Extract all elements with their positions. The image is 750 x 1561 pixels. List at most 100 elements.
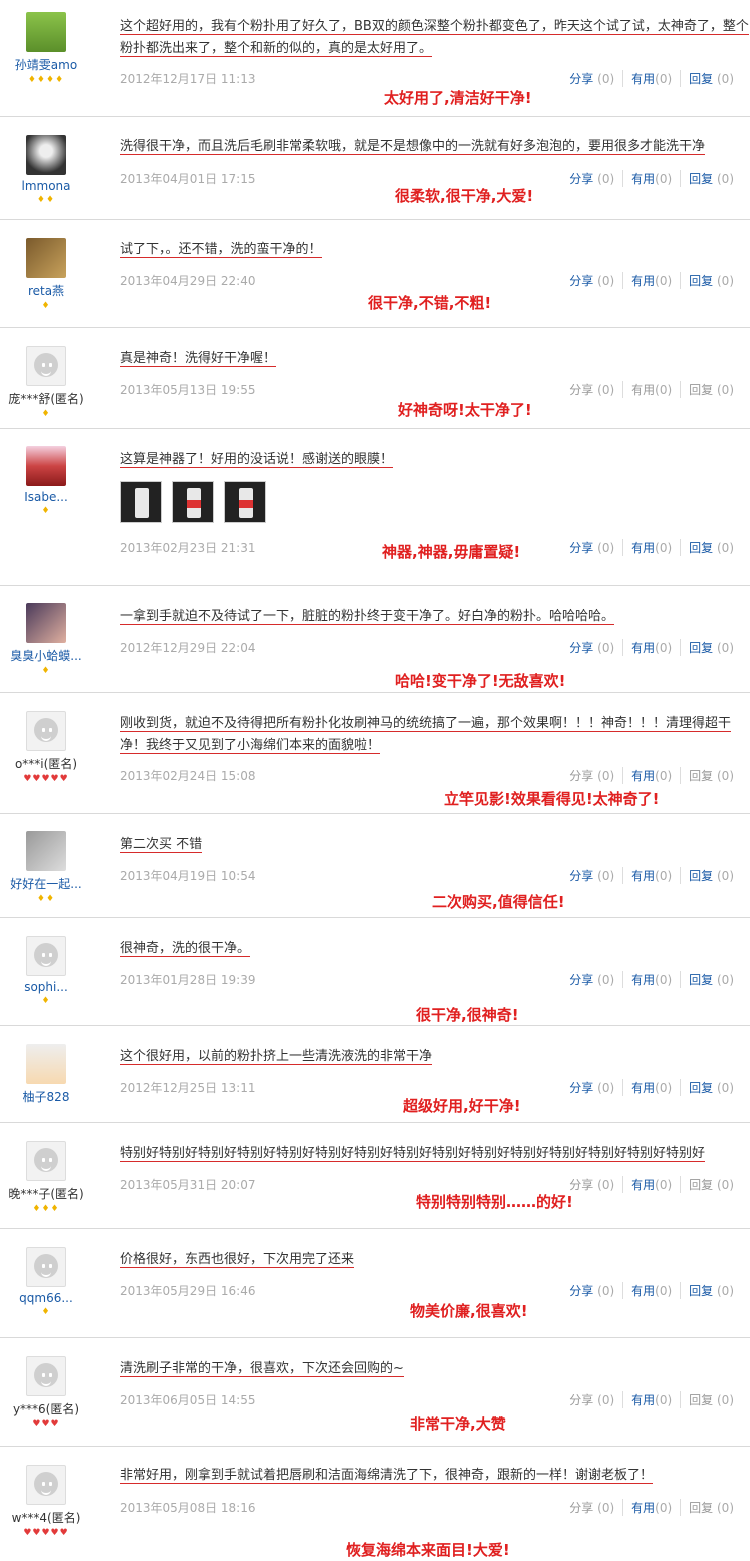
reply-button[interactable]: 回复 (0) — [680, 1499, 742, 1516]
rank-badge: ♥♥♥♥♥ — [23, 1528, 69, 1538]
reviewer-name[interactable]: y***6(匿名) — [0, 1400, 92, 1417]
review-item: sophi... ♦ 很神奇，洗的很干净。 2013年01月28日 19:39 … — [0, 918, 750, 1026]
share-button[interactable]: 分享 (0) — [561, 1499, 622, 1516]
reviewer: Isabe... ♦ — [0, 446, 92, 516]
share-button[interactable]: 分享 (0) — [561, 767, 622, 784]
share-button[interactable]: 分享 (0) — [561, 971, 622, 988]
avatar[interactable] — [26, 831, 66, 871]
reply-button[interactable]: 回复 (0) — [680, 1176, 742, 1193]
useful-button[interactable]: 有用(0) — [622, 1391, 680, 1408]
reviewer-name[interactable]: Isabe... — [0, 490, 92, 504]
reply-button[interactable]: 回复 (0) — [680, 539, 742, 556]
useful-button[interactable]: 有用(0) — [622, 1176, 680, 1193]
review-photo[interactable] — [224, 481, 266, 523]
avatar[interactable] — [26, 12, 66, 52]
reply-button[interactable]: 回复 (0) — [680, 867, 742, 884]
review-date: 2013年06月05日 14:55 — [120, 1393, 256, 1407]
review-photos — [120, 481, 276, 526]
useful-button[interactable]: 有用(0) — [622, 867, 680, 884]
review-date: 2013年01月28日 19:39 — [120, 973, 256, 987]
useful-button[interactable]: 有用(0) — [622, 1079, 680, 1096]
review-photo[interactable] — [120, 481, 162, 523]
avatar[interactable] — [26, 1465, 66, 1505]
share-button[interactable]: 分享 (0) — [561, 70, 622, 87]
reviewer-name[interactable]: 好好在一起... — [0, 875, 92, 892]
useful-button[interactable]: 有用(0) — [622, 767, 680, 784]
review-item: reta燕 ♦ 试了下，。还不错，洗的蛮干净的！ 2013年04月29日 22:… — [0, 220, 750, 328]
review-item: 晚***子(匿名) ♦♦♦ 特别好特别好特别好特别好特别好特别好特别好特别好特别… — [0, 1123, 750, 1229]
reviewer-name[interactable]: sophi... — [0, 980, 92, 994]
rank-badge: ♦ — [41, 409, 51, 419]
useful-button[interactable]: 有用(0) — [622, 539, 680, 556]
rank-badge: ♦ — [41, 301, 51, 311]
reply-button[interactable]: 回复 (0) — [680, 1391, 742, 1408]
annotation: 很干净,很神奇! — [416, 1006, 519, 1024]
reviewer-name[interactable]: 庞***舒(匿名) — [0, 390, 92, 407]
avatar[interactable] — [26, 1247, 66, 1287]
avatar[interactable] — [26, 603, 66, 643]
reviewer: y***6(匿名) ♥♥♥ — [0, 1356, 92, 1429]
review-actions: 分享 (0) 有用(0) 回复 (0) — [561, 1282, 742, 1299]
rank-badge: ♦ — [41, 1307, 51, 1317]
avatar[interactable] — [26, 446, 66, 486]
avatar[interactable] — [26, 135, 66, 175]
reply-button[interactable]: 回复 (0) — [680, 767, 742, 784]
reply-button[interactable]: 回复 (0) — [680, 272, 742, 289]
reviewer-name[interactable]: 柚子828 — [0, 1088, 92, 1105]
reviewer-name[interactable]: qqm66... — [0, 1291, 92, 1305]
useful-button[interactable]: 有用(0) — [622, 971, 680, 988]
useful-button[interactable]: 有用(0) — [622, 1282, 680, 1299]
reviewer-name[interactable]: 臭臭小蛤蟆... — [0, 647, 92, 664]
review-date: 2013年02月23日 21:31 — [120, 541, 256, 555]
share-button[interactable]: 分享 (0) — [561, 1079, 622, 1096]
reviewer: 晚***子(匿名) ♦♦♦ — [0, 1141, 92, 1214]
useful-button[interactable]: 有用(0) — [622, 272, 680, 289]
reply-button[interactable]: 回复 (0) — [680, 1282, 742, 1299]
review-date: 2013年04月29日 22:40 — [120, 274, 256, 288]
share-button[interactable]: 分享 (0) — [561, 381, 622, 398]
reply-button[interactable]: 回复 (0) — [680, 639, 742, 656]
useful-button[interactable]: 有用(0) — [622, 381, 680, 398]
review-photo[interactable] — [172, 481, 214, 523]
useful-button[interactable]: 有用(0) — [622, 70, 680, 87]
share-button[interactable]: 分享 (0) — [561, 272, 622, 289]
avatar[interactable] — [26, 1356, 66, 1396]
review-date: 2013年05月13日 19:55 — [120, 383, 256, 397]
avatar[interactable] — [26, 1141, 66, 1181]
rank-badge: ♦♦ — [36, 195, 56, 205]
useful-button[interactable]: 有用(0) — [622, 1499, 680, 1516]
share-button[interactable]: 分享 (0) — [561, 539, 622, 556]
annotation: 超级好用,好干净! — [403, 1097, 521, 1115]
reviewer-name[interactable]: o***i(匿名) — [0, 755, 92, 772]
review-actions: 分享 (0) 有用(0) 回复 (0) — [561, 170, 742, 187]
review-content: 试了下，。还不错，洗的蛮干净的！ — [120, 242, 322, 258]
reviewer-name[interactable]: w***4(匿名) — [0, 1509, 92, 1526]
share-button[interactable]: 分享 (0) — [561, 1282, 622, 1299]
avatar[interactable] — [26, 711, 66, 751]
review-actions: 分享 (0) 有用(0) 回复 (0) — [561, 1391, 742, 1408]
reply-button[interactable]: 回复 (0) — [680, 170, 742, 187]
share-button[interactable]: 分享 (0) — [561, 170, 622, 187]
review-content: 很神奇，洗的很干净。 — [120, 941, 251, 957]
avatar[interactable] — [26, 936, 66, 976]
reviewer-name[interactable]: 孙靖雯amo — [0, 56, 92, 73]
reviewer-name[interactable]: lmmona — [0, 179, 92, 193]
reply-button[interactable]: 回复 (0) — [680, 381, 742, 398]
annotation: 哈哈!变干净了!无敌喜欢! — [395, 672, 566, 690]
avatar[interactable] — [26, 346, 66, 386]
useful-button[interactable]: 有用(0) — [622, 639, 680, 656]
share-button[interactable]: 分享 (0) — [561, 1391, 622, 1408]
reply-button[interactable]: 回复 (0) — [680, 70, 742, 87]
rank-badge: ♥♥♥ — [32, 1419, 60, 1429]
avatar[interactable] — [26, 1044, 66, 1084]
reply-button[interactable]: 回复 (0) — [680, 1079, 742, 1096]
reply-button[interactable]: 回复 (0) — [680, 971, 742, 988]
reviewer-name[interactable]: 晚***子(匿名) — [0, 1185, 92, 1202]
share-button[interactable]: 分享 (0) — [561, 867, 622, 884]
useful-button[interactable]: 有用(0) — [622, 170, 680, 187]
share-button[interactable]: 分享 (0) — [561, 639, 622, 656]
reviewer-name[interactable]: reta燕 — [0, 282, 92, 299]
avatar[interactable] — [26, 238, 66, 278]
review-item: w***4(匿名) ♥♥♥♥♥ 非常好用，刚拿到手就试着把唇刷和洁面海绵清洗了下… — [0, 1447, 750, 1561]
review-item: o***i(匿名) ♥♥♥♥♥ 刚收到货，就迫不及待得把所有粉扑化妆刷神马的统统… — [0, 693, 750, 814]
